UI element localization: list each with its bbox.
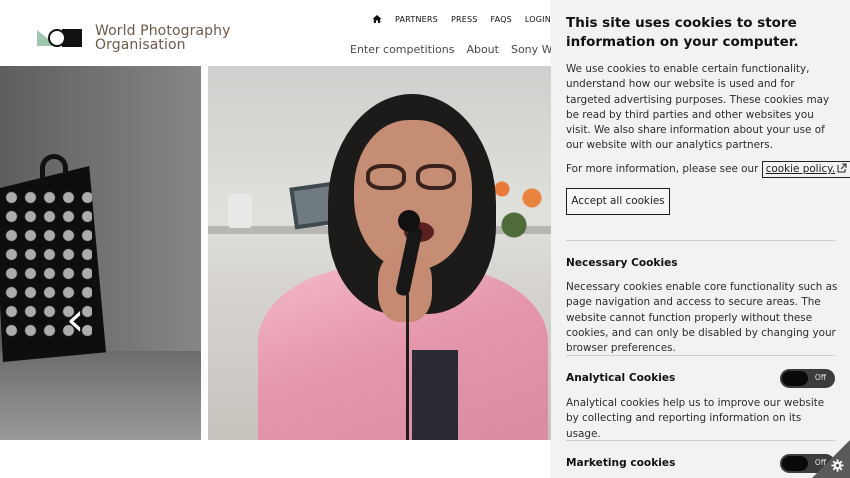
toggle-state-label: Off bbox=[814, 458, 826, 467]
toggle-state-label: Off bbox=[814, 373, 826, 382]
cookie-policy-link-text: cookie policy. bbox=[765, 163, 836, 175]
gear-icon[interactable] bbox=[831, 459, 844, 472]
marketing-cookies-title: Marketing cookies bbox=[566, 457, 676, 469]
cookie-panel-title: This site uses cookies to store informat… bbox=[566, 15, 799, 50]
nav-about[interactable]: About bbox=[466, 43, 499, 56]
external-link-icon bbox=[837, 163, 847, 173]
necessary-cookies-description: Necessary cookies enable core functional… bbox=[566, 281, 838, 355]
utility-nav: PARTNERS PRESS FAQS LOGIN bbox=[372, 14, 551, 24]
logo-line-1: World Photography bbox=[95, 23, 231, 39]
analytical-cookies-toggle[interactable]: Off bbox=[780, 369, 835, 388]
accept-all-cookies-button[interactable]: Accept all cookies bbox=[566, 188, 670, 215]
cookie-panel-description: We use cookies to enable certain functio… bbox=[566, 63, 830, 152]
logo-text: World Photography Organisation bbox=[95, 24, 230, 52]
logo-line-2: Organisation bbox=[95, 37, 186, 53]
cookie-consent-panel: This site uses cookies to store informat… bbox=[551, 0, 850, 478]
nav-login[interactable]: LOGIN bbox=[525, 15, 551, 24]
main-nav: Enter competitions About Sony World bbox=[350, 43, 573, 56]
analytical-cookies-title: Analytical Cookies bbox=[566, 372, 676, 384]
divider bbox=[566, 240, 835, 241]
cookie-policy-link[interactable]: cookie policy. bbox=[761, 161, 850, 178]
site-logo[interactable]: World Photography Organisation bbox=[37, 24, 230, 52]
nav-partners[interactable]: PARTNERS bbox=[395, 15, 438, 24]
divider bbox=[566, 440, 835, 441]
page: World Photography Organisation PARTNERS … bbox=[0, 0, 850, 478]
cookie-policy-prefix: For more information, please see our bbox=[566, 163, 762, 175]
hero-image-tote-bag: ‹ bbox=[0, 66, 201, 440]
toggle-knob bbox=[782, 371, 808, 386]
necessary-cookies-title: Necessary Cookies bbox=[566, 257, 678, 269]
nav-enter-competitions[interactable]: Enter competitions bbox=[350, 43, 454, 56]
hero-image-singer bbox=[208, 66, 551, 440]
carousel-prev-arrow[interactable]: ‹ bbox=[66, 296, 84, 342]
logo-mark bbox=[37, 27, 85, 49]
divider bbox=[566, 355, 835, 356]
toggle-knob bbox=[782, 456, 808, 471]
nav-faqs[interactable]: FAQS bbox=[491, 15, 512, 24]
home-icon[interactable] bbox=[372, 14, 382, 24]
nav-press[interactable]: PRESS bbox=[451, 15, 478, 24]
cookie-policy-line: For more information, please see our coo… bbox=[566, 161, 850, 178]
analytical-cookies-description: Analytical cookies help us to improve ou… bbox=[566, 397, 825, 440]
